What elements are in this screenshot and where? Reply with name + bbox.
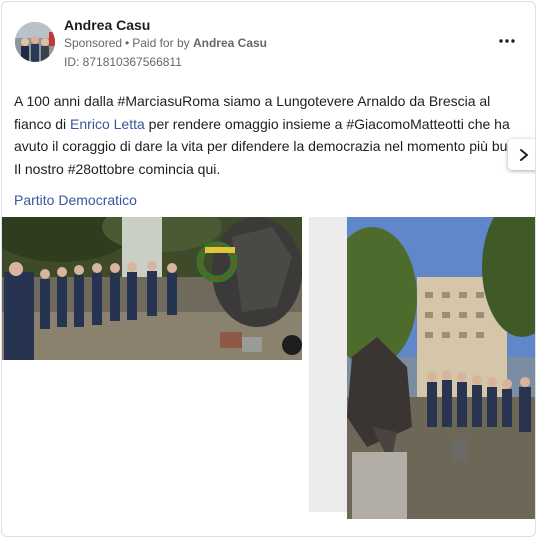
photo-ceremony-wide bbox=[2, 217, 302, 360]
photo-ceremony-portrait bbox=[347, 217, 535, 519]
ad-id: ID: 871810367566811 bbox=[64, 55, 182, 69]
sponsorship-line: Sponsored • Paid for by Andrea Casu bbox=[64, 36, 267, 50]
carousel-next-button[interactable] bbox=[508, 139, 535, 170]
mention-link[interactable]: Enrico Letta bbox=[70, 116, 145, 132]
paid-for-name: Andrea Casu bbox=[192, 36, 267, 50]
ad-message: A 100 anni dalla #MarciasuRoma siamo a L… bbox=[14, 90, 528, 180]
chevron-right-icon bbox=[519, 148, 528, 161]
advertiser-avatar[interactable] bbox=[15, 22, 55, 62]
more-horizontal-icon bbox=[499, 39, 515, 43]
meta-separator: • bbox=[125, 36, 130, 50]
sponsored-label: Sponsored bbox=[64, 36, 123, 50]
advertiser-name[interactable]: Andrea Casu bbox=[64, 17, 150, 33]
avatar-photo bbox=[15, 22, 55, 62]
carousel-image-1[interactable] bbox=[2, 217, 302, 360]
carousel-spacer bbox=[309, 217, 347, 512]
carousel-image-2[interactable] bbox=[347, 217, 535, 519]
message-text-3: Il nostro #28ottobre comincia qui. bbox=[14, 160, 221, 177]
ad-card: Andrea Casu Sponsored • Paid for by Andrea… bbox=[1, 1, 536, 537]
image-carousel bbox=[2, 217, 535, 521]
paid-for-label: Paid for by bbox=[132, 36, 190, 50]
page-link[interactable]: Partito Democratico bbox=[14, 192, 137, 208]
more-options-button[interactable] bbox=[494, 28, 520, 54]
